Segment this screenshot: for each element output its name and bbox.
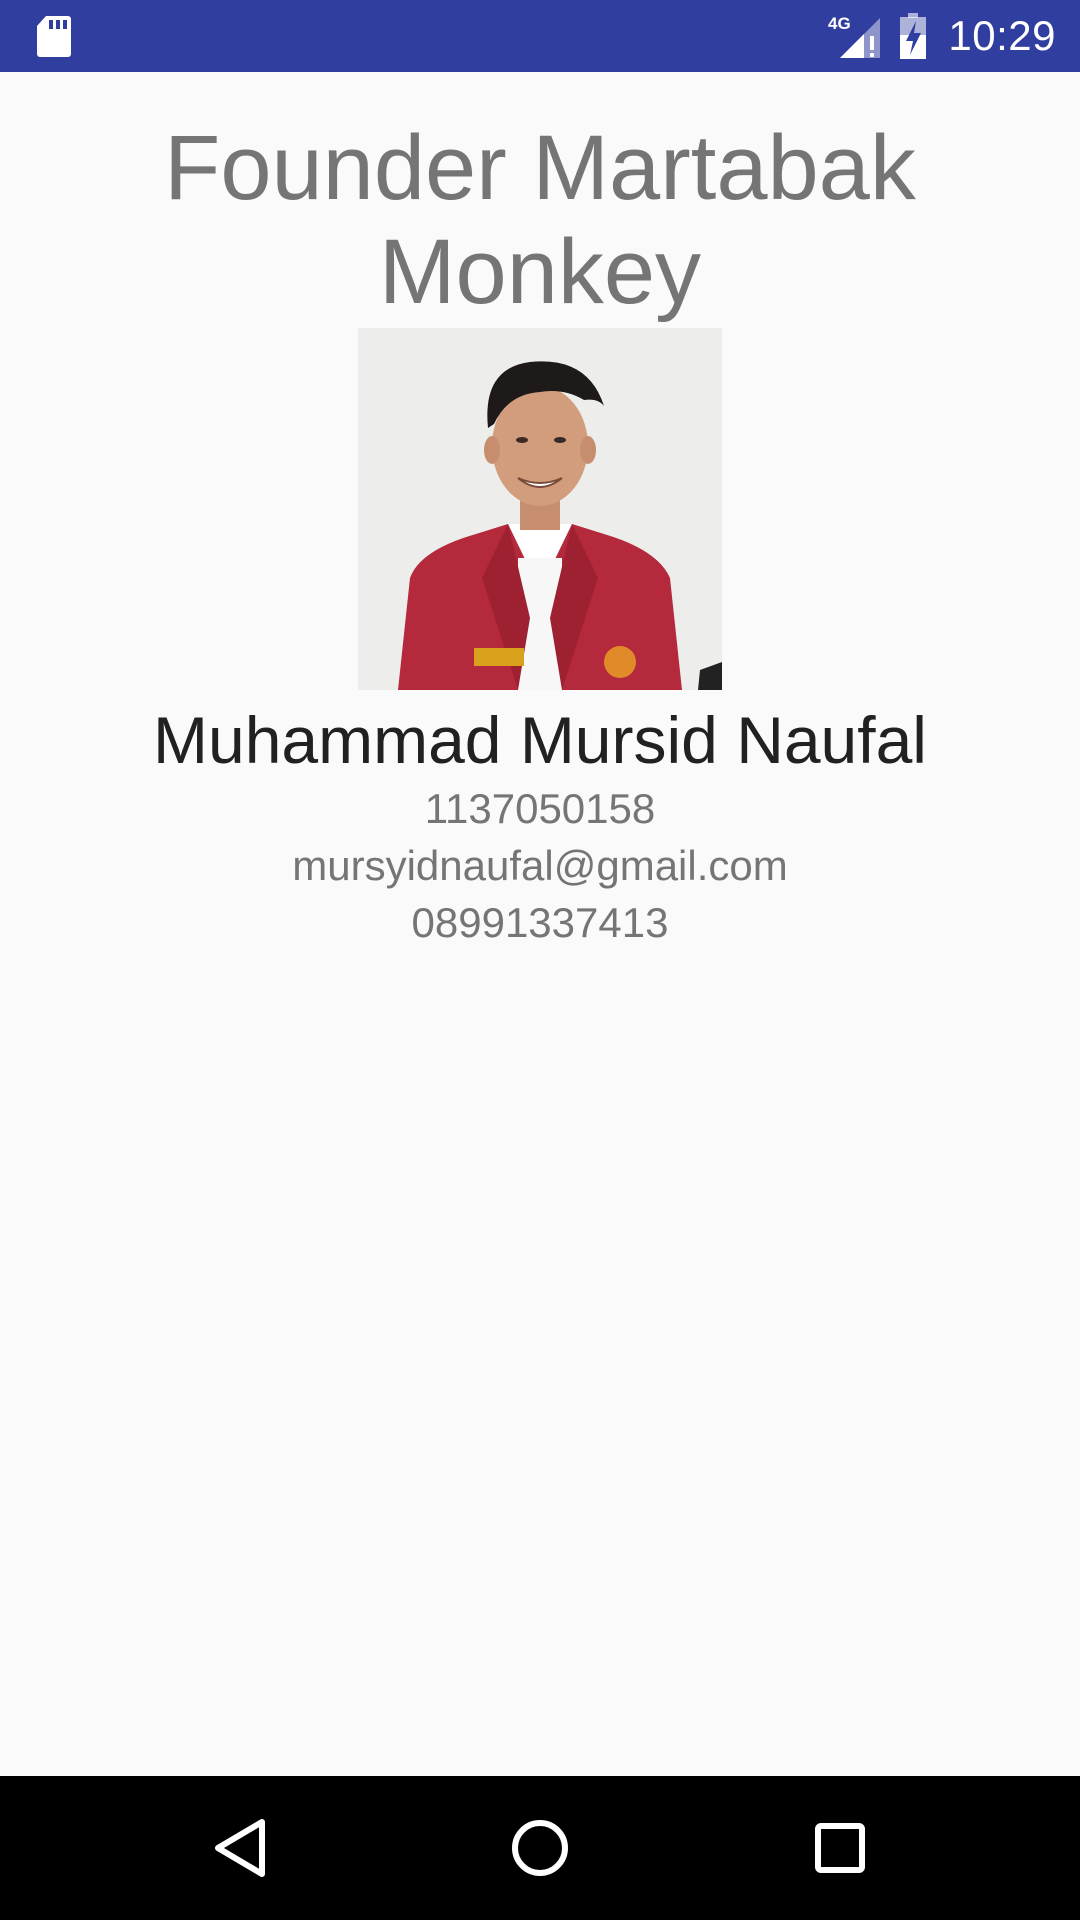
back-icon[interactable] xyxy=(212,1818,272,1878)
status-clock: 10:29 xyxy=(948,12,1056,59)
student-id: 1137050158 xyxy=(424,785,656,832)
phone-number: 08991337413 xyxy=(411,899,669,946)
profile-photo xyxy=(358,328,722,690)
network-type-label: 4G xyxy=(828,14,851,33)
profile-photo-image xyxy=(358,328,722,690)
profile-name: Muhammad Mursid Naufal xyxy=(153,703,927,777)
home-icon[interactable] xyxy=(510,1818,570,1878)
sd-card-icon xyxy=(37,16,71,57)
cellular-signal-icon: 4G xyxy=(828,14,881,58)
profile-screen: Founder Martabak Monkey Muhammad Mursid … xyxy=(0,72,1080,1776)
page-title: Founder Martabak Monkey xyxy=(164,117,916,323)
status-bar: 4G 10:29 xyxy=(0,0,1080,72)
email-address: mursyidnaufal@gmail.com xyxy=(292,842,788,889)
navigation-bar xyxy=(0,1776,1080,1920)
battery-charging-icon xyxy=(900,13,927,59)
recents-icon[interactable] xyxy=(810,1818,870,1878)
